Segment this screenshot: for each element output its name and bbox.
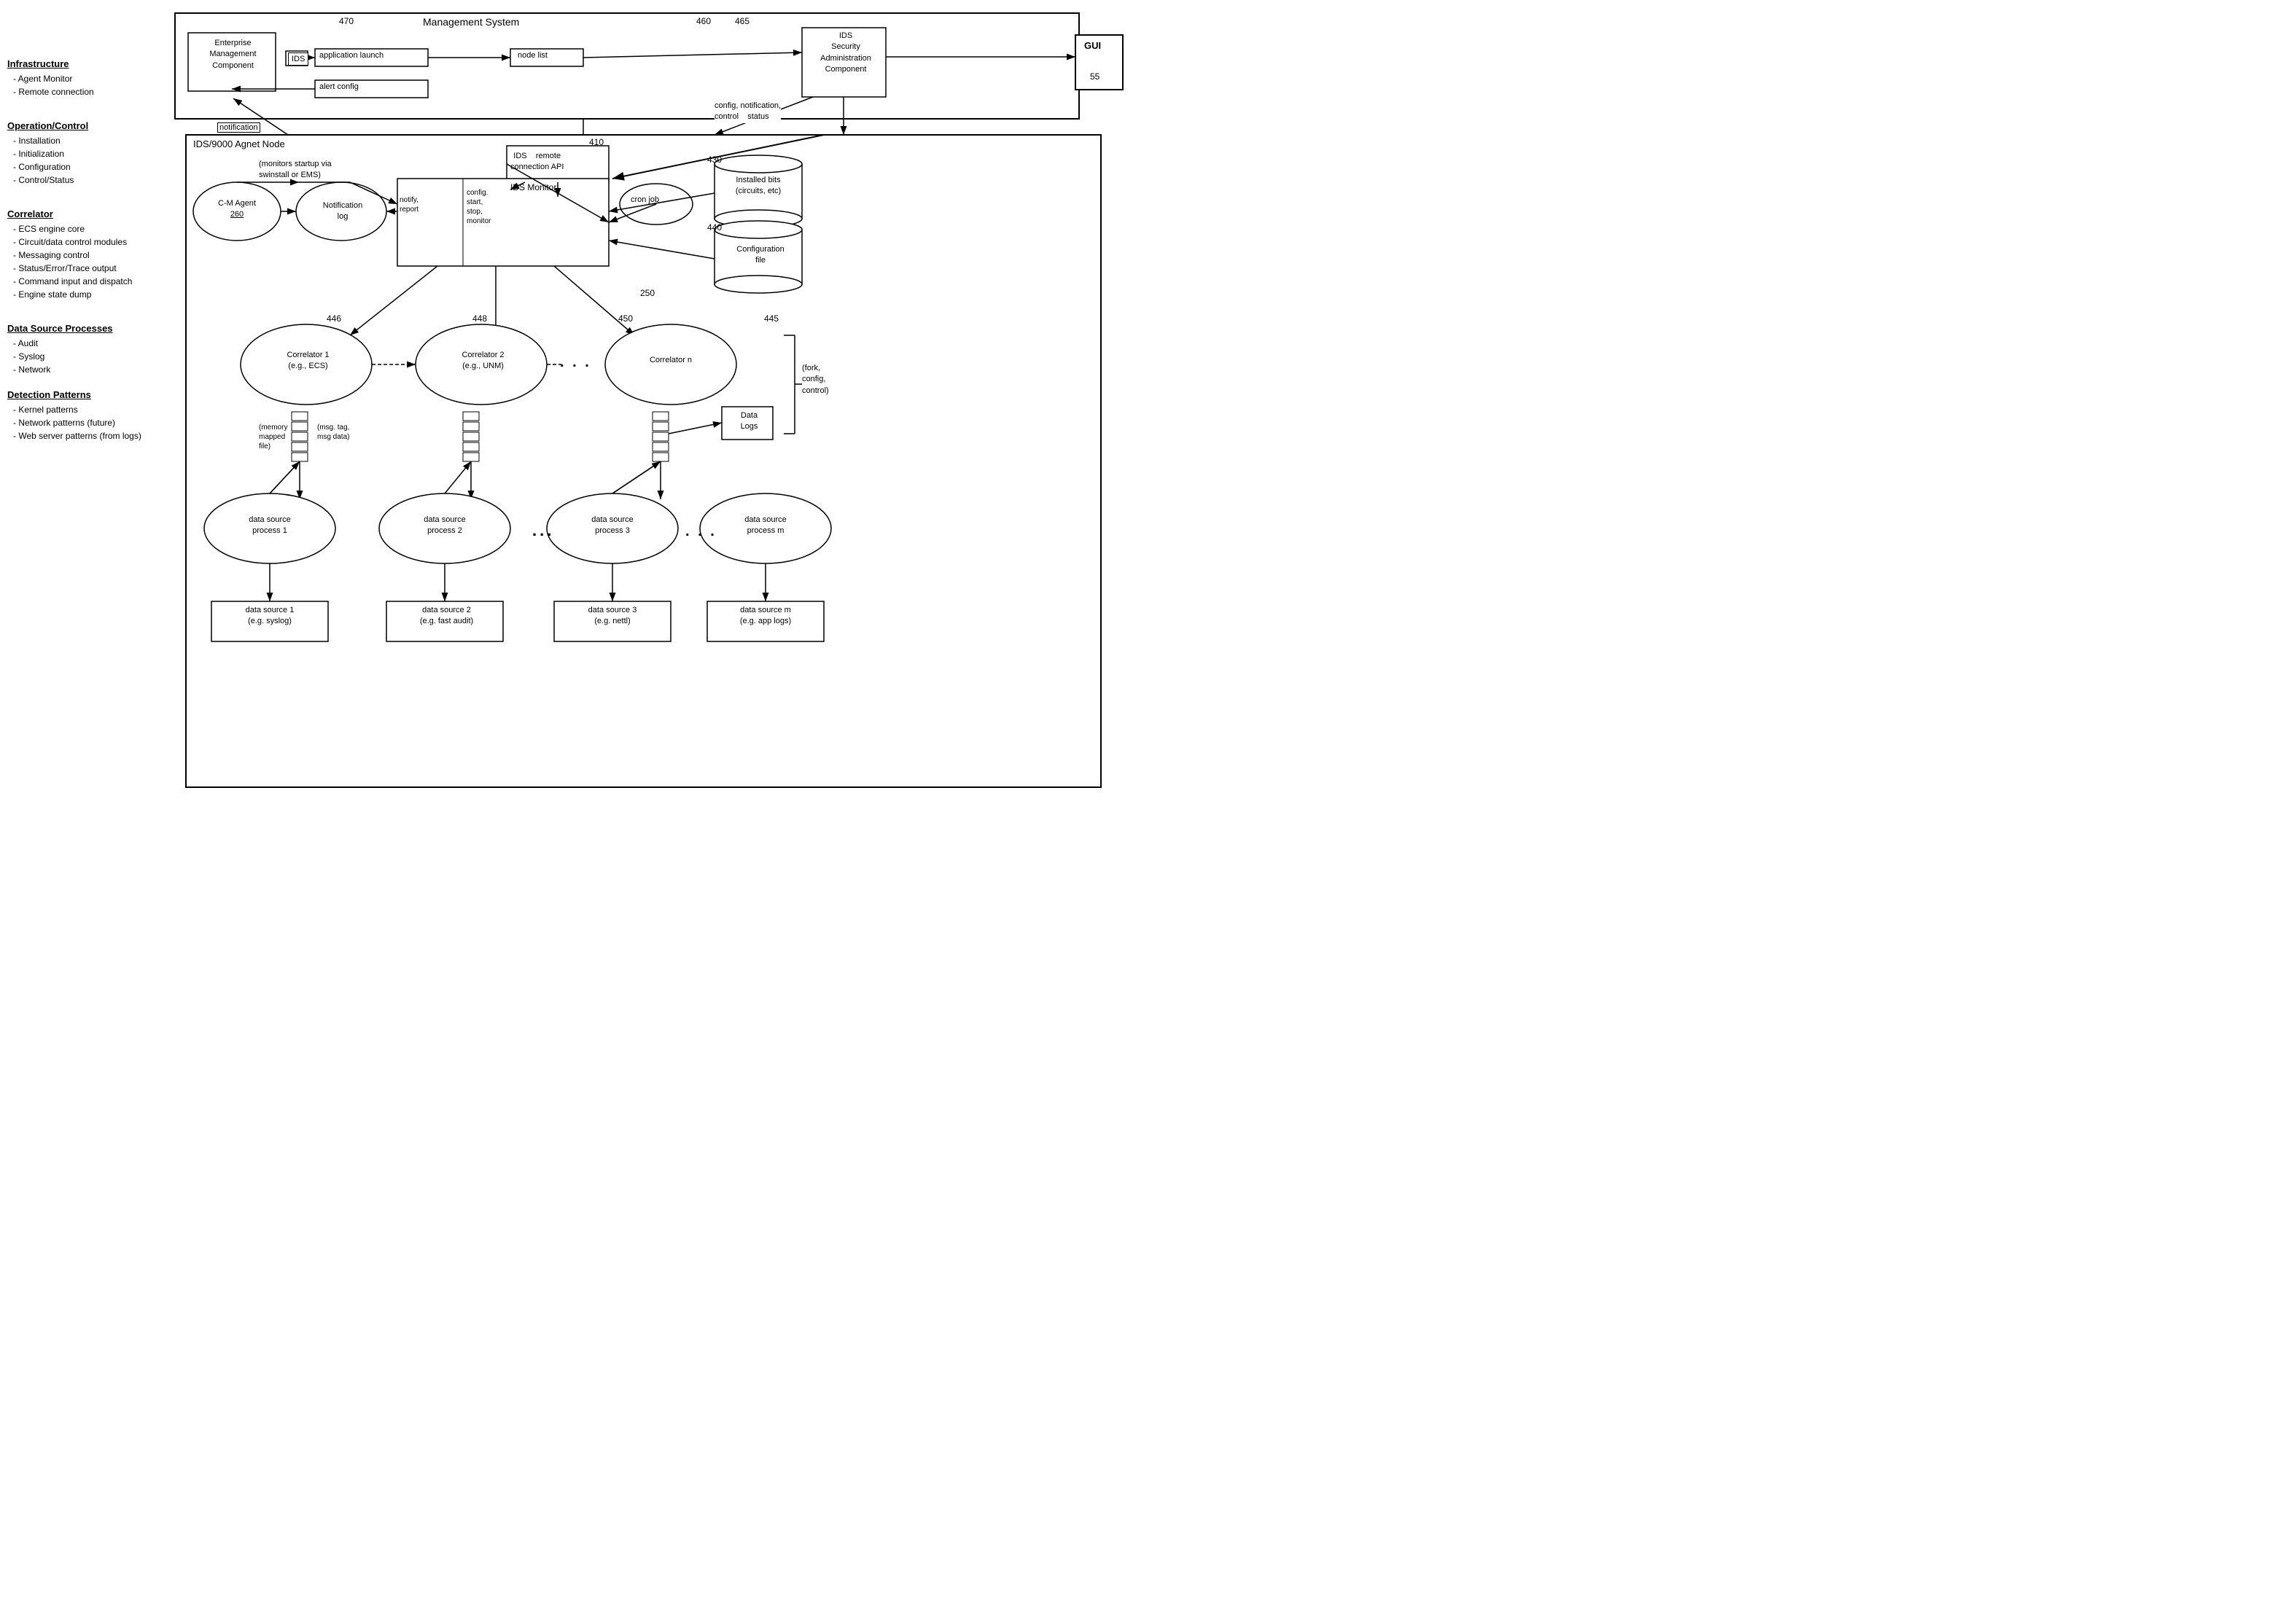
corr-item-1: - ECS engine core [13, 222, 153, 235]
ds-item-2: - Syslog [13, 350, 153, 363]
corr-item-3: - Messaging control [13, 249, 153, 262]
cron-label: cron job [631, 195, 659, 204]
corrn-label: Correlator n [631, 356, 711, 364]
ids-monitor-label: IDS Monitor [510, 182, 556, 192]
agnet-title: IDS/9000 Agnet Node [193, 138, 285, 149]
num-430: 430 [707, 155, 722, 165]
ds-processm-label: data sourceprocess m [711, 515, 820, 537]
ds-process1-label: data sourceprocess 1 [215, 515, 324, 537]
app-launch-label: application launch [319, 51, 384, 60]
ids-remote-label: IDS remoteconnection API [510, 151, 564, 173]
ids-small-box: IDS [288, 52, 308, 66]
ds1-label: data source 1(e.g. syslog) [215, 605, 324, 628]
num-445: 445 [764, 313, 779, 324]
ds-process2-label: data sourceprocess 2 [390, 515, 499, 537]
det-item-2: - Network patterns (future) [13, 416, 153, 429]
fork-config-label: (fork,config,control) [802, 363, 829, 397]
data-source-section: Data Source Processes - Audit - Syslog -… [7, 323, 153, 376]
corr-item-5: - Command input and dispatch [13, 275, 153, 288]
detection-section: Detection Patterns - Kernel patterns - N… [7, 389, 153, 442]
op-item-2: - Initialization [13, 147, 153, 160]
correlator-section: Correlator - ECS engine core - Circuit/d… [7, 208, 153, 301]
corr-item-6: - Engine state dump [13, 288, 153, 301]
num-446: 446 [327, 313, 341, 324]
notif-log-label: Notificationlog [310, 200, 375, 223]
num-440: 440 [707, 222, 722, 233]
num-448: 448 [472, 313, 487, 324]
gui-num: 55 [1090, 71, 1099, 82]
enterprise-label: EnterpriseManagementComponent [191, 38, 275, 71]
op-item-1: - Installation [13, 134, 153, 147]
data-source-title: Data Source Processes [7, 323, 153, 334]
msg-tag-label: (msg. tag,msg data) [317, 423, 349, 442]
config-file-label: Configurationfile [720, 244, 801, 267]
det-item-3: - Web server patterns (from logs) [13, 429, 153, 442]
ds-item-3: - Network [13, 363, 153, 376]
ds-item-1: - Audit [13, 337, 153, 350]
notification-label: notification [217, 122, 260, 133]
diagram-container: ... Infrastructure - Agent Monitor - Rem… [0, 0, 1142, 812]
operation-section: Operation/Control - Installation - Initi… [7, 120, 153, 187]
num-450: 450 [618, 313, 633, 324]
data-logs-label: DataLogs [725, 410, 773, 433]
config-start-label: config.start,stop,monitor [467, 188, 491, 226]
num-470: 470 [339, 16, 354, 26]
op-item-4: - Control/Status [13, 173, 153, 187]
num-460: 460 [696, 16, 711, 26]
dots-correlators: . . . [560, 354, 591, 371]
installed-bits-label: Installed bits(circuits, etc) [718, 175, 798, 198]
infrastructure-title: Infrastructure [7, 58, 153, 69]
node-list-label: node list [518, 51, 548, 60]
dots-ds-processes: . . . [685, 523, 717, 540]
config-notification-label: config, notification,control status [715, 101, 781, 123]
infra-item-1: - Agent Monitor [13, 72, 153, 85]
dsm-label: data source m(e.g. app logs) [711, 605, 820, 628]
num-250: 250 [640, 288, 655, 298]
infra-item-2: - Remote connection [13, 85, 153, 98]
corr-item-4: - Status/Error/Trace output [13, 262, 153, 275]
ids-admin-label: IDSSecurityAdministrationComponent [806, 31, 886, 76]
det-item-1: - Kernel patterns [13, 403, 153, 416]
corr2-label: Correlator 2(e.g., UNM) [423, 350, 543, 372]
corr1-label: Correlator 1(e.g., ECS) [244, 350, 372, 372]
num-410: 410 [589, 137, 604, 147]
left-labels: Infrastructure - Agent Monitor - Remote … [7, 58, 153, 456]
op-item-3: - Configuration [13, 160, 153, 173]
memory-mapped-label: (memorymappedfile) [259, 423, 287, 451]
infrastructure-section: Infrastructure - Agent Monitor - Remote … [7, 58, 153, 98]
correlator-title: Correlator [7, 208, 153, 219]
corr-item-2: - Circuit/data control modules [13, 235, 153, 249]
operation-title: Operation/Control [7, 120, 153, 131]
notify-report-label: notify,report [400, 195, 419, 214]
swinstall-label: (monitors startup viaswinstall or EMS) [259, 159, 332, 181]
ds2-label: data source 2(e.g. fast audit) [390, 605, 503, 628]
detection-title: Detection Patterns [7, 389, 153, 400]
ds-process3-label: data sourceprocess 3 [558, 515, 667, 537]
mgmt-title: Management System [423, 16, 519, 28]
alert-config-label: alert config [319, 82, 359, 91]
svg-text:...: ... [532, 521, 554, 539]
cm-agent-label: C-M Agent260 [208, 198, 266, 221]
ds3-label: data source 3(e.g. nettl) [558, 605, 667, 628]
num-465: 465 [735, 16, 750, 26]
gui-label: GUI [1084, 40, 1101, 51]
